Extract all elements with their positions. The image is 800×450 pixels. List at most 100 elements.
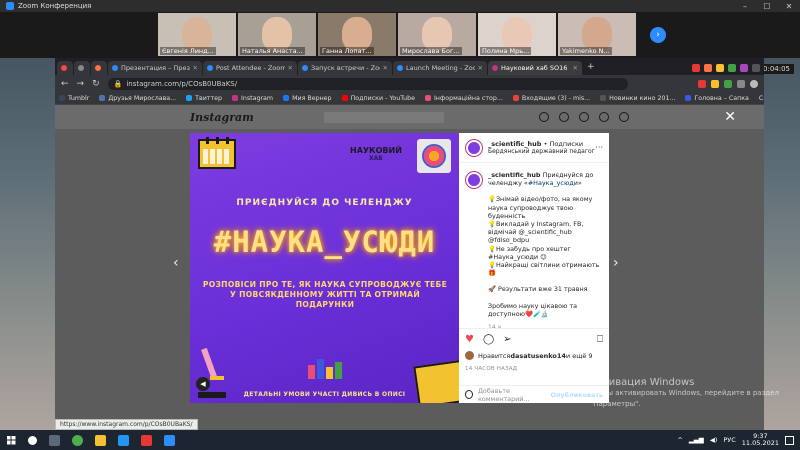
challenge-description: РОЗПОВІСИ ПРО ТЕ, ЯК НАУКА СУПРОВОДЖУЄ Т… xyxy=(202,280,448,309)
avatar[interactable] xyxy=(465,171,483,189)
activity-icon[interactable] xyxy=(598,112,609,122)
comment-icon[interactable]: ◯ xyxy=(483,334,494,345)
tray-arrow-icon[interactable]: ^ xyxy=(677,436,682,444)
task-view-icon[interactable] xyxy=(49,434,60,446)
next-participants-button[interactable]: › xyxy=(650,27,666,43)
close-icon[interactable]: ✕ xyxy=(778,2,800,11)
extension-icon[interactable] xyxy=(728,64,736,72)
bookmark-item[interactable]: Новинки кино 201... xyxy=(600,95,675,102)
tab-close-icon[interactable]: ✕ xyxy=(570,64,578,72)
extension-icon[interactable] xyxy=(704,64,712,72)
url-input[interactable]: 🔒 instagram.com/p/COsB0UBaKS/ xyxy=(107,77,628,90)
search-icon[interactable] xyxy=(28,435,37,445)
bookmark-item[interactable]: Мия Вернер xyxy=(283,95,332,102)
browser-tab[interactable] xyxy=(91,61,107,75)
tab-favicon-icon xyxy=(77,65,84,71)
file-explorer-icon[interactable] xyxy=(95,434,106,446)
reading-list-button[interactable]: Список для чтения xyxy=(759,95,764,102)
bookmark-item[interactable]: Входящие (3) - mis... xyxy=(512,95,590,102)
instagram-logo[interactable]: Instagram xyxy=(190,111,254,124)
prev-post-icon[interactable]: ‹ xyxy=(173,255,179,271)
app-icon[interactable] xyxy=(141,434,152,446)
bookmark-item[interactable]: Подписки - YouTube xyxy=(341,95,415,102)
zoom-titlebar: Zoom Конференция – ☐ ✕ xyxy=(0,0,800,12)
extension-icon[interactable] xyxy=(724,79,732,88)
heart-icon[interactable]: ♥ xyxy=(465,334,474,345)
bookmark-icon[interactable]: ⎕ xyxy=(597,334,603,345)
reload-icon[interactable]: ↻ xyxy=(92,79,100,89)
extension-icon[interactable] xyxy=(716,64,724,72)
tab-close-icon[interactable]: ✕ xyxy=(380,64,388,72)
extension-icon[interactable] xyxy=(740,64,748,72)
comment-input[interactable]: Добавьте комментарий... xyxy=(478,387,551,403)
start-button[interactable] xyxy=(0,430,22,450)
participant-tile[interactable]: Мирослава Бог... xyxy=(398,13,476,56)
likes-user[interactable]: dasatusenko14 xyxy=(510,352,566,360)
extension-icon[interactable] xyxy=(711,79,719,88)
maximize-icon[interactable]: ☐ xyxy=(756,2,778,11)
browser-tab[interactable]: Post Attendee - Zoom ✕ xyxy=(203,61,297,75)
participant-tile[interactable]: Ганна Лопат... xyxy=(318,13,396,56)
zoom-taskbar-icon[interactable] xyxy=(164,434,175,446)
bookmark-item[interactable]: Tumblr xyxy=(59,95,89,102)
avatar[interactable] xyxy=(465,138,483,157)
participant-tile[interactable]: Євгенія Линд... xyxy=(158,13,236,56)
browser-tab[interactable]: Launch Meeting - Zoom✕ xyxy=(393,61,487,75)
browser-tab[interactable] xyxy=(74,61,90,75)
profile-avatar-icon[interactable] xyxy=(618,112,629,122)
browser-tab[interactable]: Презентация – Презентация✕ xyxy=(108,61,202,75)
caption-username[interactable]: _scientific_hub xyxy=(488,171,541,179)
browser-tab[interactable] xyxy=(57,61,73,75)
sound-icon[interactable]: ◀ xyxy=(196,377,210,391)
bookmark-item[interactable]: Друзья Мирослава... xyxy=(99,95,176,102)
notifications-icon[interactable] xyxy=(785,435,794,445)
participant-tile[interactable]: Полина Мрь... xyxy=(478,13,556,56)
participant-tile[interactable]: Yakimenko N... xyxy=(558,13,636,56)
puzzle-icon[interactable] xyxy=(737,79,745,88)
bookmark-item[interactable]: Твиттер xyxy=(186,95,222,102)
profile-icon[interactable] xyxy=(750,79,758,88)
post-location[interactable]: Бердянський державний педагогічний уні..… xyxy=(488,148,595,156)
extension-icon[interactable] xyxy=(692,64,700,72)
participant-name: Наталья Анаста... xyxy=(240,47,305,55)
network-icon[interactable]: ▂▄▆ xyxy=(689,436,704,444)
zoom-title: Zoom Конференция xyxy=(18,2,92,10)
post-username[interactable]: _scientific_hub xyxy=(488,140,541,148)
caption-hashtag[interactable]: #Наука_усюди xyxy=(528,179,578,187)
close-modal-icon[interactable]: ✕ xyxy=(724,109,736,125)
next-post-icon[interactable]: › xyxy=(613,255,619,271)
bookmark-item[interactable]: Інформаційна стор... xyxy=(424,95,503,102)
browser-tab[interactable]: Науковий хаб SO16 ✕ xyxy=(488,61,582,75)
back-icon[interactable]: ← xyxy=(61,79,69,89)
tab-favicon-icon xyxy=(112,65,118,71)
browser-tab[interactable]: Запуск встречи - Zoom✕ xyxy=(298,61,392,75)
home-icon[interactable] xyxy=(538,112,549,122)
language-indicator[interactable]: РУС xyxy=(723,436,735,444)
direct-icon[interactable] xyxy=(558,112,569,122)
volume-icon[interactable]: ◀) xyxy=(710,436,718,444)
new-tab-icon[interactable]: + xyxy=(583,62,599,72)
explore-icon[interactable] xyxy=(578,112,589,122)
bookmark-favicon-icon xyxy=(341,95,348,101)
caption-line: 💡Найкращі світлини отримають 🎁 xyxy=(488,261,600,278)
emoji-icon[interactable] xyxy=(465,390,473,399)
extension-icon[interactable] xyxy=(752,64,760,72)
bookmark-item[interactable]: Головна – Сапка xyxy=(685,95,749,102)
post-image[interactable]: НАУКОВИЙ ХАБ ПРИЄДНУЙСЯ ДО ЧЕЛЕНДЖУ #НАУ… xyxy=(190,133,459,403)
tab-close-icon[interactable]: ✕ xyxy=(475,64,483,72)
chrome-icon[interactable] xyxy=(72,434,83,446)
tab-close-icon[interactable]: ✕ xyxy=(190,64,198,72)
forward-icon[interactable]: → xyxy=(77,79,85,89)
participant-tile[interactable]: Наталья Анаста... xyxy=(238,13,316,56)
minimize-icon[interactable]: – xyxy=(734,2,756,11)
clock[interactable]: 9:37 11.05.2021 xyxy=(742,433,779,447)
extension-icon[interactable] xyxy=(698,79,706,88)
tab-close-icon[interactable]: ✕ xyxy=(285,64,293,72)
more-options-icon[interactable]: ··· xyxy=(595,143,603,152)
edge-icon[interactable] xyxy=(118,434,129,446)
bookmark-item[interactable]: Instagram xyxy=(232,95,273,102)
university-seal xyxy=(417,139,451,173)
search-input[interactable] xyxy=(323,111,444,123)
follow-status[interactable]: • Подписки xyxy=(544,140,583,148)
share-icon[interactable]: ➢ xyxy=(503,334,511,345)
